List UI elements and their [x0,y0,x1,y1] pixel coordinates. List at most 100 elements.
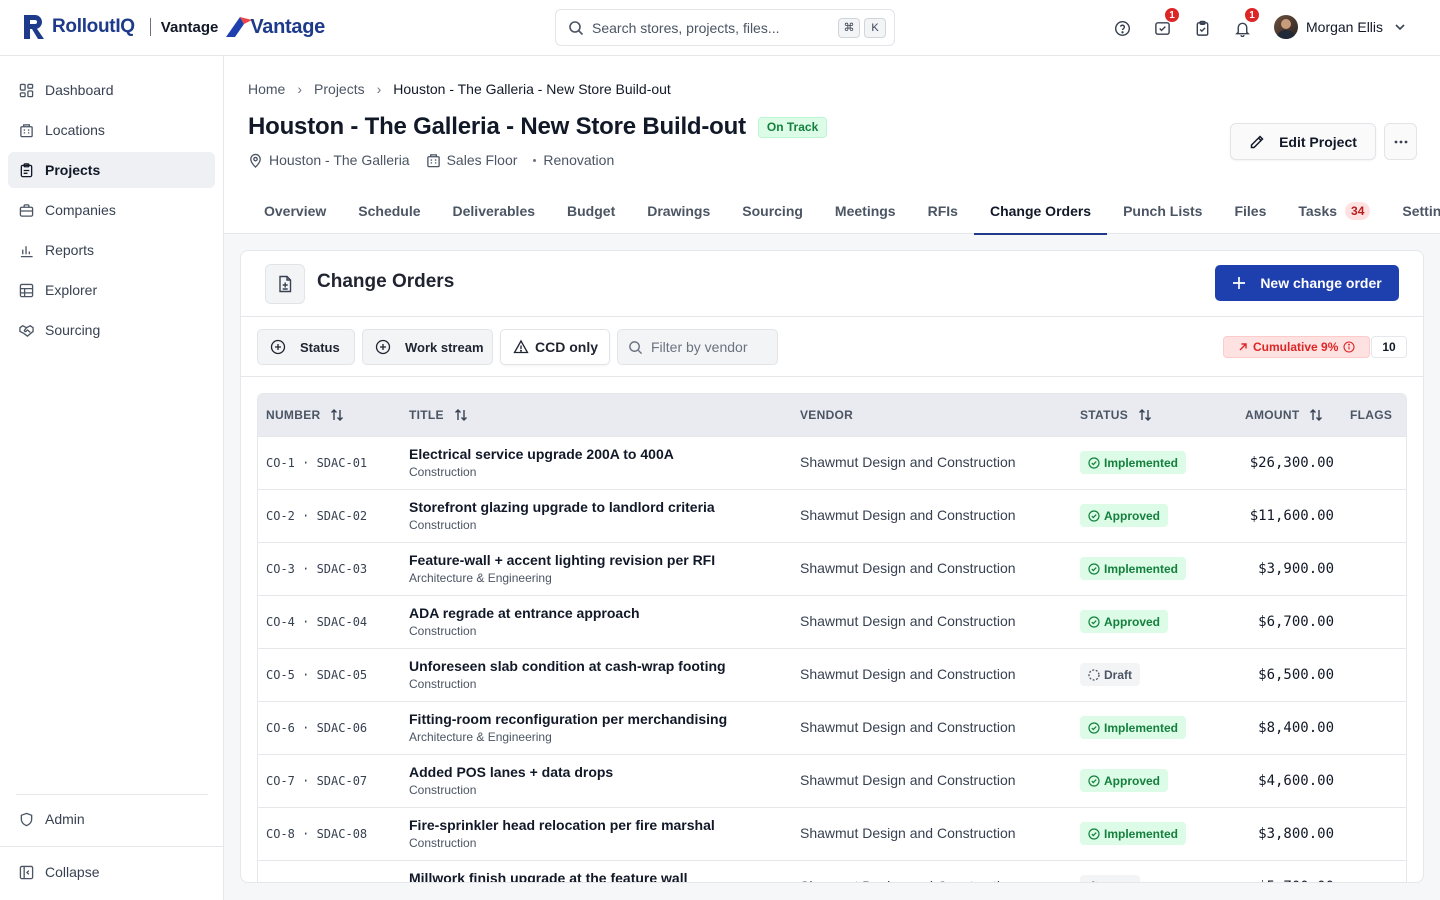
edit-project-label: Edit Project [1279,133,1357,150]
change-order-title[interactable]: Storefront glazing upgrade to landlord c… [409,499,715,515]
sidebar-item-explorer[interactable]: Explorer [8,272,215,308]
change-order-icon [265,264,305,304]
breadcrumb-projects[interactable]: Projects [314,81,365,97]
project-meta: Houston - The Galleria Sales Floor Renov… [248,152,630,168]
tab-tasks[interactable]: Tasks 34 [1282,188,1386,234]
change-order-number: CO-3 · SDAC-03 [266,562,368,576]
tab-settings[interactable]: Settings [1386,188,1440,234]
table-row[interactable]: CO-9 · SDAC-09 Millwork finish upgrade a… [258,860,1406,882]
tab-rfis[interactable]: RFIs [912,188,974,234]
change-order-category: Architecture & Engineering [409,730,552,744]
sidebar-item-projects[interactable]: Projects [8,152,215,188]
column-title[interactable]: TITLE [409,394,468,436]
brand-divider [149,18,151,36]
change-order-title[interactable]: ADA regrade at entrance approach [409,605,640,621]
user-menu[interactable]: Morgan Ellis [1274,15,1407,39]
table-row[interactable]: CO-2 · SDAC-02 Storefront glazing upgrad… [258,489,1406,542]
change-order-vendor: Shawmut Design and Construction [800,719,1016,735]
help-button[interactable] [1108,14,1136,42]
tab-budget[interactable]: Budget [551,188,631,234]
sidebar-item-label: Reports [45,242,95,258]
change-order-title[interactable]: Added POS lanes + data drops [409,764,613,780]
filter-bar: Status Work stream CCD only Filter by ve… [241,317,1423,377]
tab-deliverables[interactable]: Deliverables [437,188,552,234]
brand[interactable]: RolloutIQ Vantage Vantage [22,13,325,41]
notifications-button[interactable]: 1 [1228,7,1260,42]
column-label: AMOUNT [1245,408,1300,422]
brand-name: RolloutIQ [52,16,135,37]
project-location[interactable]: Houston - The Galleria [248,152,410,168]
table-row[interactable]: CO-1 · SDAC-01 Electrical service upgrad… [258,436,1406,489]
dashed-circle-icon [1090,880,1098,882]
check-circle-icon [1088,721,1100,734]
table-header: NUMBER TITLE VENDOR STATUS AMOUNT FLAGS [258,394,1406,436]
change-order-number: CO-5 · SDAC-05 [266,668,368,682]
sidebar-item-admin[interactable]: Admin [8,801,215,837]
change-order-title[interactable]: Unforeseen slab condition at cash-wrap f… [409,658,726,674]
status-filter-button[interactable]: Status [257,329,355,365]
tab-label: Change Orders [989,203,1092,219]
help-icon [1114,20,1130,36]
work-stream-filter-button[interactable]: Work stream [362,329,493,365]
table-row[interactable]: CO-3 · SDAC-03 Feature-wall + accent lig… [258,542,1406,595]
sidebar-item-dashboard[interactable]: Dashboard [8,72,215,108]
global-search[interactable]: Search stores, projects, files... ⌘ K [555,9,895,46]
vendor-filter-placeholder: Filter by vendor [651,339,748,355]
status-filter-label: Status [300,339,340,355]
sidebar-item-reports[interactable]: Reports [8,232,215,268]
work-stream-filter-label: Work stream [405,339,484,355]
column-number[interactable]: NUMBER [266,394,344,436]
tab-punch-lists[interactable]: Punch Lists [1107,188,1218,234]
breadcrumb-home[interactable]: Home [248,81,285,97]
table-row[interactable]: CO-7 · SDAC-07 Added POS lanes + data dr… [258,754,1406,807]
tab-schedule[interactable]: Schedule [342,188,436,234]
tab-drawings[interactable]: Drawings [631,188,726,234]
table-body: CO-1 · SDAC-01 Electrical service upgrad… [258,436,1406,882]
vendor-filter-input[interactable]: Filter by vendor [617,329,778,365]
column-amount[interactable]: AMOUNT [1245,394,1323,436]
change-order-title[interactable]: Fire-sprinkler head relocation per fire … [409,817,715,833]
cumulative-badge[interactable]: Cumulative 9% [1223,336,1371,358]
tab-overview[interactable]: Overview [248,188,342,234]
inbox-button[interactable]: 1 [1148,7,1180,42]
tab-change-orders[interactable]: Change Orders [973,188,1108,235]
top-icons: 1 1 [1108,7,1268,42]
change-order-title-cell: Feature-wall + accent lighting revision … [409,552,715,585]
change-order-title[interactable]: Feature-wall + accent lighting revision … [409,552,715,568]
sort-icon [454,409,467,421]
more-actions-button[interactable] [1384,123,1417,160]
sidebar-item-locations[interactable]: Locations [8,112,215,148]
table-row[interactable]: CO-6 · SDAC-06 Fitting-room reconfigurat… [258,701,1406,754]
table-row[interactable]: CO-4 · SDAC-04 ADA regrade at entrance a… [258,595,1406,648]
tab-label: Drawings [647,203,711,219]
column-status[interactable]: STATUS [1080,394,1152,436]
change-order-title[interactable]: Electrical service upgrade 200A to 400A [409,446,674,462]
card-title: Change Orders [317,271,455,292]
avatar [1274,15,1298,39]
check-circle-icon [1088,509,1100,522]
sidebar-item-sourcing[interactable]: Sourcing [8,312,215,348]
sidebar-item-companies[interactable]: Companies [8,192,215,228]
tab-meetings[interactable]: Meetings [819,188,912,234]
change-order-amount: $4,600.00 [1258,773,1334,789]
new-change-order-button[interactable]: New change order [1215,265,1399,301]
status-badge: Approved [1080,769,1169,792]
tab-sourcing[interactable]: Sourcing [726,188,819,234]
table-row[interactable]: CO-5 · SDAC-05 Unforeseen slab condition… [258,648,1406,701]
title-row: Houston - The Galleria - New Store Build… [248,113,828,141]
change-order-title[interactable]: Millwork finish upgrade at the feature w… [409,870,688,882]
change-order-category: Construction [409,465,477,479]
status-label: Draft [1104,667,1133,682]
tab-files[interactable]: Files [1218,188,1282,234]
table-row[interactable]: CO-8 · SDAC-08 Fire-sprinkler head reloc… [258,807,1406,860]
notifications-badge: 1 [1244,7,1260,23]
ccd-only-toggle[interactable]: CCD only [500,329,610,365]
tasks-button[interactable] [1188,14,1216,42]
collapse-button[interactable]: Collapse [8,854,215,890]
change-order-number: CO-7 · SDAC-07 [266,774,368,788]
chevron-right-icon: › [297,81,303,97]
change-order-number: CO-8 · SDAC-08 [266,827,368,841]
edit-project-button[interactable]: Edit Project [1230,123,1376,160]
top-bar: RolloutIQ Vantage Vantage Search stores,… [0,0,1440,56]
change-order-title[interactable]: Fitting-room reconfiguration per merchan… [409,711,727,727]
